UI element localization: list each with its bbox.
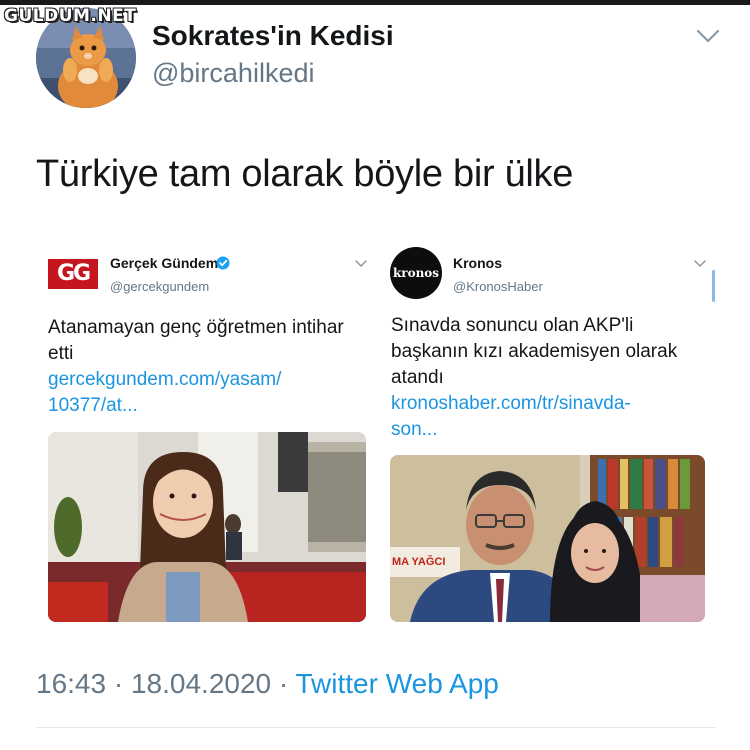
chevron-down-icon[interactable] [354, 259, 368, 269]
card-link-line-1[interactable]: gercekgundem.com/yasam/ [48, 369, 281, 390]
verified-badge-icon [216, 256, 230, 270]
divider [36, 727, 716, 728]
card-author-handle[interactable]: @gercekgundem [110, 279, 209, 294]
card-photo-father-daughter[interactable]: MA YAĞCI [390, 455, 705, 622]
chevron-down-icon[interactable] [694, 26, 722, 46]
logo-text: GG [56, 261, 91, 286]
display-name[interactable]: Sokrates'in Kedisi [152, 20, 394, 52]
watermark: GULDUM.NET [4, 6, 137, 26]
logo-text: kronos [392, 266, 440, 280]
card-text-content: Atanamayan genç öğretmen intihar etti [48, 317, 344, 364]
tweet-footer: 16:43 · 18.04.2020 · Twitter Web App [36, 668, 499, 700]
top-bar [0, 0, 750, 5]
separator: · [278, 668, 289, 699]
card-author-name[interactable]: Gerçek Gündem [110, 255, 218, 271]
gercek-gundem-logo: GG [48, 259, 98, 289]
card-text-line-2: başkanın kızı akademisyen olarak [391, 341, 678, 362]
chevron-down-icon[interactable] [693, 259, 707, 269]
card-photo-girl[interactable] [48, 432, 366, 622]
card-scrollbar[interactable] [712, 270, 715, 302]
card-link-line-2[interactable]: 10377/at... [48, 395, 138, 416]
photo-image [48, 432, 366, 622]
tweet-source-link[interactable]: Twitter Web App [296, 668, 499, 699]
tweet-time[interactable]: 16:43 [36, 668, 106, 699]
tweet-date[interactable]: 18.04.2020 [131, 668, 271, 699]
card-author-handle[interactable]: @KronosHaber [453, 279, 543, 294]
photo-sign-text: MA YAĞCI [392, 555, 445, 568]
card-text: Atanamayan genç öğretmen intihar etti ge… [48, 315, 368, 419]
card-link-line-2[interactable]: son... [391, 419, 437, 440]
card-text-line-1: Sınavda sonuncu olan AKP'li [391, 315, 634, 336]
photo-image: MA YAĞCI [390, 455, 705, 622]
tweet-text: Türkiye tam olarak böyle bir ülke [36, 153, 574, 195]
separator: · [113, 668, 124, 699]
user-handle[interactable]: @bircahilkedi [152, 58, 314, 89]
quoted-tweet-card-kronos[interactable]: kronos Kronos @KronosHaber Sınavda sonun… [380, 235, 720, 635]
card-link[interactable]: gercekgundem.com/yasam/10377/at... [48, 369, 281, 416]
card-link[interactable]: kronoshaber.com/tr/sinavda-son... [391, 393, 631, 440]
kronos-logo: kronos [390, 247, 442, 299]
card-text-line-3: atandı [391, 367, 444, 388]
card-link-line-1[interactable]: kronoshaber.com/tr/sinavda- [391, 393, 631, 414]
quoted-tweet-card-gercek-gundem[interactable]: GG Gerçek Gündem @gercekgundem Atanamaya… [36, 235, 376, 635]
card-author-name[interactable]: Kronos [453, 255, 502, 271]
card-text: Sınavda sonuncu olan AKP'li başkanın kız… [391, 313, 721, 443]
